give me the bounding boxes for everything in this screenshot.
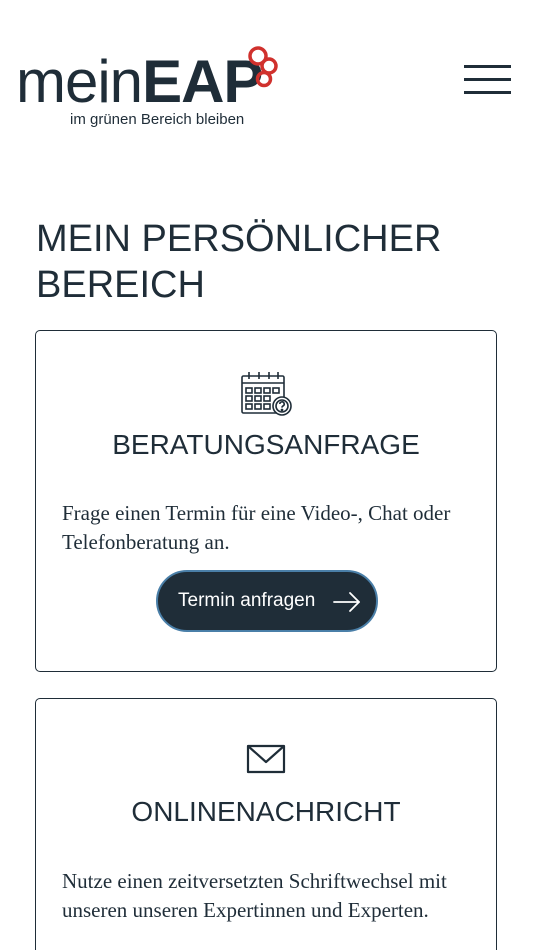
card-onlinenachricht: ONLINENACHRICHT Nutze einen zeitversetzt… (35, 698, 497, 950)
arrow-right-icon (333, 592, 360, 612)
site-header: meinEAP im grünen Bereich bleiben (0, 0, 534, 150)
page-title: MEIN PERSÖNLICHER BEREICH (36, 218, 442, 306)
envelope-icon (246, 744, 286, 774)
termin-anfragen-button[interactable]: Termin anfragen (156, 570, 378, 632)
card-beratungsanfrage: BERATUNGSANFRAGE Frage einen Termin für … (35, 330, 497, 672)
logo-tagline: im grünen Bereich bleiben (70, 111, 245, 128)
logo[interactable]: meinEAP im grünen Bereich bleiben (16, 44, 286, 134)
menu-button[interactable] (462, 62, 514, 98)
card-title: BERATUNGSANFRAGE (112, 429, 420, 460)
button-label: Termin anfragen (178, 590, 316, 611)
card-title: ONLINENACHRICHT (131, 796, 401, 827)
calendar-question-icon (241, 372, 292, 416)
card-description: Frage einen Termin für eine Video-, Chat… (62, 501, 451, 554)
card-description: Nutze einen zeitversetzten Schriftwechse… (62, 869, 447, 922)
logo-wordmark-light: mein (16, 48, 143, 115)
logo-dots-icon (248, 46, 278, 88)
logo-wordmark: meinEAP (16, 48, 263, 115)
